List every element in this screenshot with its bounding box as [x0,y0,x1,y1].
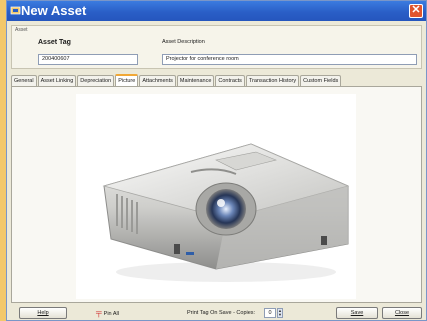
asset-tag-input[interactable]: 200400607 [38,54,138,65]
asset-group: Asset Asset Tag Asset Description 200400… [11,25,422,69]
tab-transaction-history[interactable]: Transaction History [245,75,300,86]
asset-picture[interactable] [76,94,356,299]
tab-picture[interactable]: Picture [115,74,139,86]
title-bar: New Asset ✕ [7,1,426,21]
asset-description-label: Asset Description [162,39,205,45]
close-button[interactable]: Close [382,307,422,319]
tab-general[interactable]: General [11,75,37,86]
new-asset-window: New Asset ✕ Asset Asset Tag Asset Descri… [6,0,427,321]
help-button[interactable]: Help [19,307,67,319]
print-tag-label: Print Tag On Save - Copies: [187,310,256,316]
asset-tag-label: Asset Tag [38,39,71,46]
pin-all-label: Pin All [103,311,119,317]
asset-description-input[interactable]: Projector for conference room [162,54,417,65]
picture-panel [11,86,422,303]
pin-all-control[interactable]: ╤ Pin All [96,308,119,319]
projector-image [102,143,350,282]
tab-asset-linking[interactable]: Asset Linking [37,75,77,86]
spinner-arrows-icon[interactable]: ▲ ▼ [277,308,283,318]
window-title: New Asset [21,3,87,18]
pin-icon: ╤ [96,308,102,317]
tab-depreciation[interactable]: Depreciation [77,75,115,86]
tab-maintenance[interactable]: Maintenance [176,75,215,86]
close-icon[interactable]: ✕ [409,4,423,18]
save-button[interactable]: Save [336,307,378,319]
footer-bar: Help ╤ Pin All Print Tag On Save - Copies… [7,305,426,320]
tab-attachments[interactable]: Attachments [139,75,176,86]
tab-custom-fields[interactable]: Custom Fields [300,75,342,86]
copies-input[interactable]: 0 [264,308,276,318]
tab-contracts[interactable]: Contracts [215,75,245,86]
asset-window-icon [10,6,21,15]
group-caption: Asset [15,27,28,33]
